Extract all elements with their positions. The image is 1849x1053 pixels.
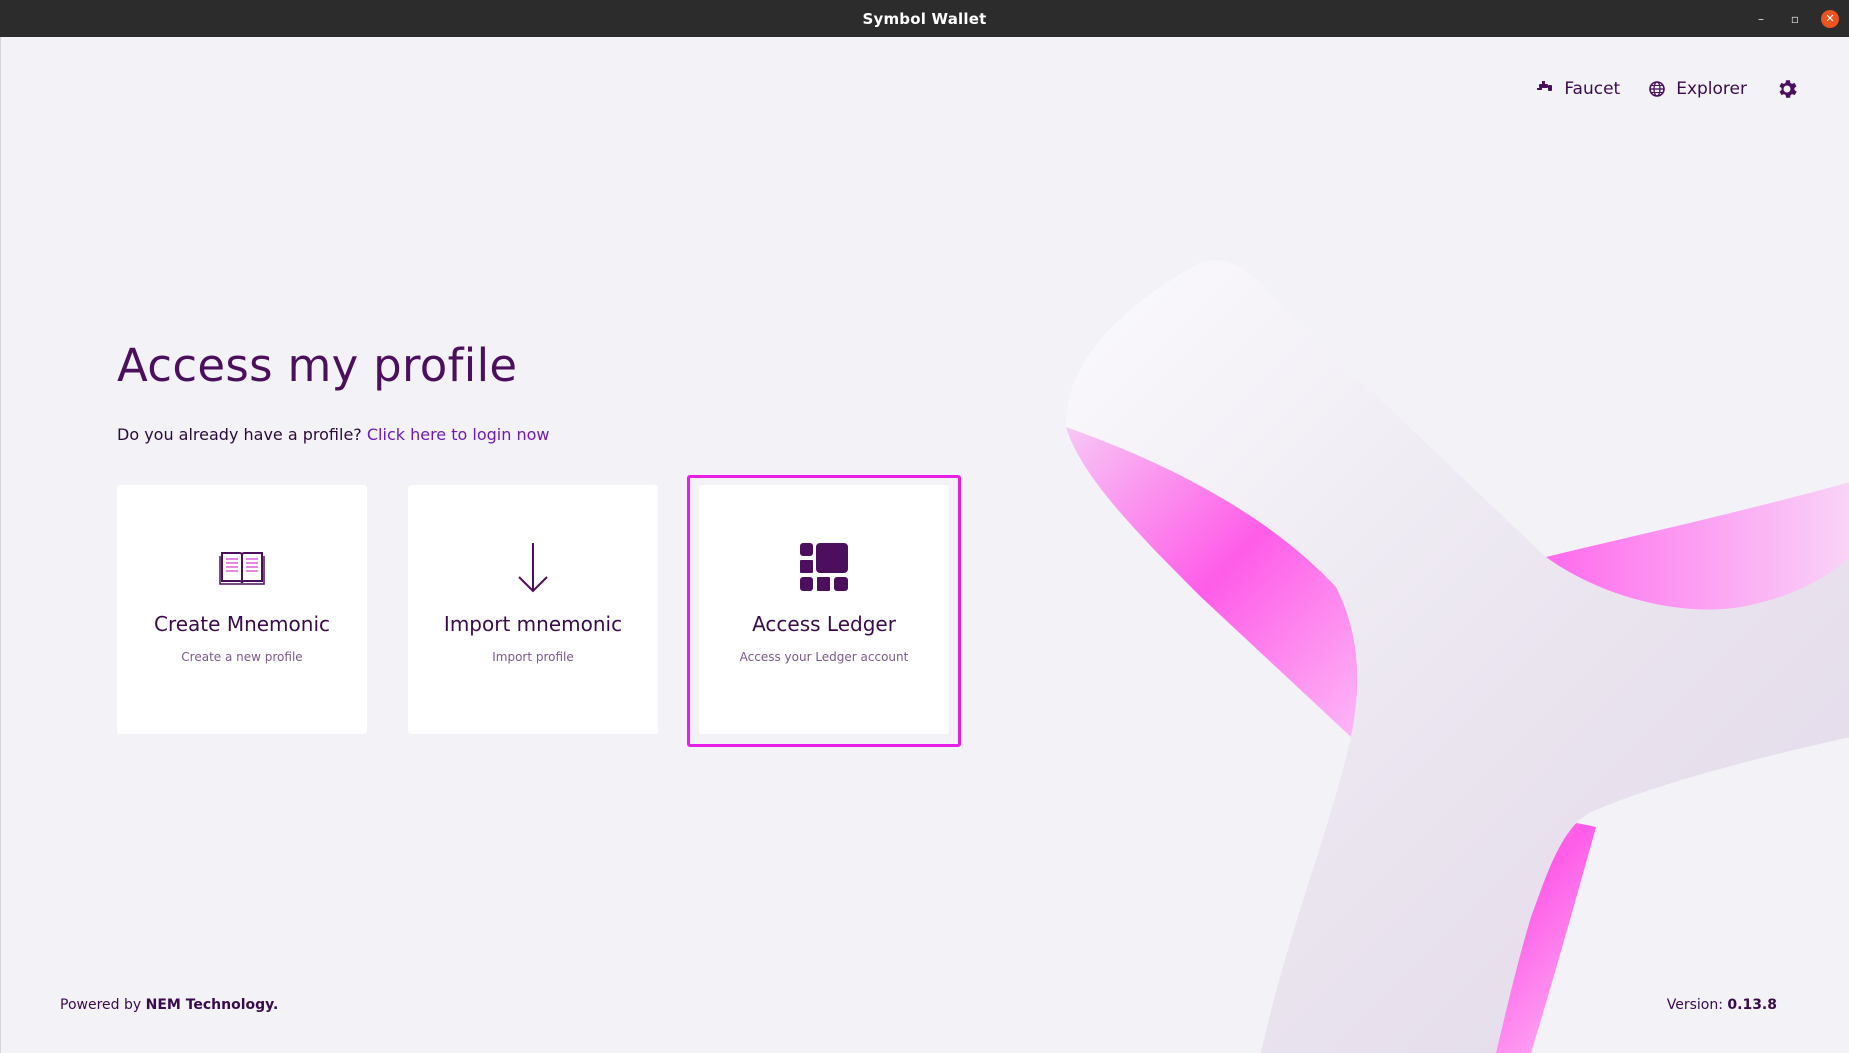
arrow-down-icon: [518, 543, 548, 593]
window-titlebar: Symbol Wallet – ▫ ✕: [0, 0, 1849, 37]
version-number: 0.13.8: [1727, 997, 1777, 1013]
faucet-label: Faucet: [1564, 79, 1621, 99]
version-label: Version:: [1666, 997, 1723, 1013]
create-mnemonic-card[interactable]: Create Mnemonic Create a new profile: [117, 485, 367, 734]
login-prompt: Do you already have a profile? Click her…: [117, 425, 549, 444]
maximize-button[interactable]: ▫: [1787, 11, 1803, 27]
footer-powered-by: Powered by NEM Technology.: [60, 997, 278, 1013]
book-icon: [219, 552, 265, 585]
company-name: NEM Technology.: [145, 997, 279, 1013]
import-mnemonic-card[interactable]: Import mnemonic Import profile: [408, 485, 658, 734]
explorer-link[interactable]: Explorer: [1648, 79, 1747, 99]
footer-version: Version: 0.13.8: [1667, 997, 1777, 1013]
top-navigation: Faucet Explorer: [1536, 73, 1799, 105]
card-subtitle: Import profile: [492, 650, 574, 664]
faucet-icon: [1537, 81, 1553, 91]
card-subtitle: Access your Ledger account: [739, 650, 909, 664]
access-ledger-card[interactable]: Access Ledger Access your Ledger account: [699, 485, 949, 734]
explorer-label: Explorer: [1676, 79, 1747, 99]
profile-options: Create Mnemonic Create a new profile Imp…: [117, 475, 967, 747]
close-button[interactable]: ✕: [1821, 9, 1839, 28]
gear-icon[interactable]: [1775, 77, 1799, 101]
app-content: Faucet Explorer Access my profile Do you…: [0, 37, 1849, 1053]
card-subtitle: Create a new profile: [181, 650, 303, 664]
login-prompt-text: Do you already have a profile?: [117, 425, 362, 444]
window-title: Symbol Wallet: [862, 9, 987, 28]
minimize-button[interactable]: –: [1753, 11, 1769, 27]
card-title: Create Mnemonic: [154, 612, 330, 636]
login-link[interactable]: Click here to login now: [367, 425, 550, 444]
card-title: Import mnemonic: [443, 612, 623, 636]
globe-icon: [1649, 81, 1666, 97]
window-controls: – ▫ ✕: [1753, 0, 1839, 37]
page-title: Access my profile: [117, 339, 518, 392]
card-title: Access Ledger: [752, 612, 896, 636]
powered-by-text: Powered by: [60, 997, 142, 1013]
faucet-link[interactable]: Faucet: [1536, 79, 1620, 99]
ledger-icon: [800, 543, 848, 591]
